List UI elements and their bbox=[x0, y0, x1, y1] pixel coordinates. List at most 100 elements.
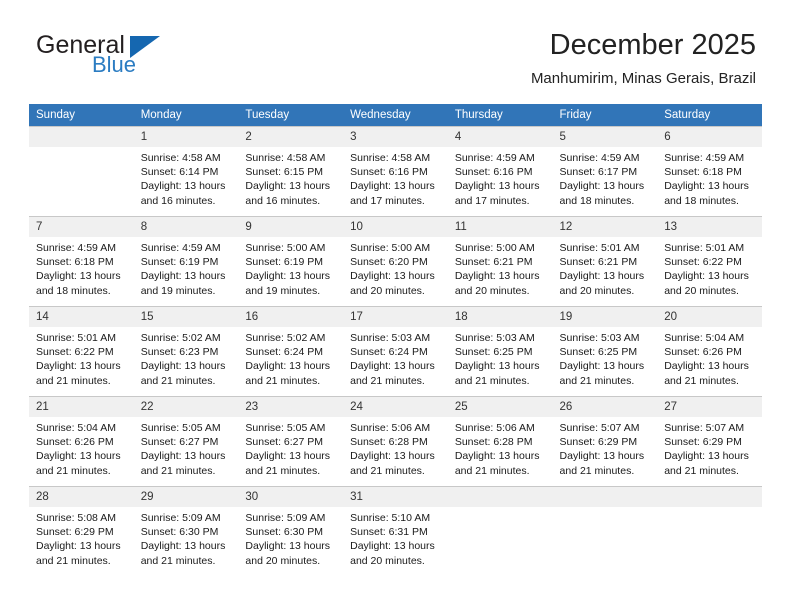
calendar-week-row: 7 Sunrise: 4:59 AM Sunset: 6:18 PM Daylight… bbox=[29, 216, 762, 307]
calendar-day-cell[interactable]: 22 Sunrise: 5:05 AM Sunset: 6:27 PM Dayligh… bbox=[133, 396, 239, 487]
sunset-time: Sunset: 6:30 PM bbox=[245, 526, 324, 539]
day-sun-info: Sunrise: 5:09 AM Sunset: 6:30 PM Daylight:… bbox=[238, 507, 343, 568]
day-sun-info: Sunrise: 5:02 AM Sunset: 6:24 PM Daylight:… bbox=[238, 327, 343, 388]
sunrise-time: Sunrise: 5:09 AM bbox=[245, 512, 326, 524]
day-number: 15 bbox=[133, 307, 239, 327]
calendar-day-cell[interactable]: 30 Sunrise: 5:09 AM Sunset: 6:30 PM Dayligh… bbox=[238, 486, 344, 576]
day-sun-info: Sunrise: 5:00 AM Sunset: 6:20 PM Daylight:… bbox=[343, 237, 448, 298]
calendar-day-cell[interactable]: 8 Sunrise: 4:59 AM Sunset: 6:19 PM Daylight… bbox=[133, 216, 239, 307]
sunset-time: Sunset: 6:16 PM bbox=[350, 166, 428, 179]
day-sun-info: Sunrise: 5:05 AM Sunset: 6:27 PM Daylight:… bbox=[134, 417, 239, 478]
calendar-day-cell[interactable]: 9 Sunrise: 5:00 AM Sunset: 6:19 PM Daylight… bbox=[238, 216, 344, 307]
calendar-day-cell[interactable]: 16 Sunrise: 5:02 AM Sunset: 6:24 PM Dayligh… bbox=[238, 306, 344, 397]
calendar-day-cell[interactable]: 4 Sunrise: 4:59 AM Sunset: 6:16 PM Daylight… bbox=[447, 126, 553, 217]
calendar-day-cell[interactable]: 12 Sunrise: 5:01 AM Sunset: 6:21 PM Dayligh… bbox=[552, 216, 658, 307]
daylight-duration-line2: and 20 minutes. bbox=[350, 284, 425, 297]
day-cell-inner: 15 Sunrise: 5:02 AM Sunset: 6:23 PM Dayligh… bbox=[133, 307, 239, 396]
day-sun-info: Sunrise: 4:59 AM Sunset: 6:19 PM Daylight:… bbox=[134, 237, 239, 298]
day-cell-inner: 21 Sunrise: 5:04 AM Sunset: 6:26 PM Dayligh… bbox=[29, 397, 134, 486]
day-cell-inner: 6 Sunrise: 4:59 AM Sunset: 6:18 PM Daylight… bbox=[657, 127, 762, 216]
calendar-day-cell[interactable]: 6 Sunrise: 4:59 AM Sunset: 6:18 PM Daylight… bbox=[657, 126, 762, 217]
calendar-day-cell[interactable]: 25 Sunrise: 5:06 AM Sunset: 6:28 PM Dayligh… bbox=[447, 396, 553, 487]
calendar-day-cell[interactable]: 21 Sunrise: 5:04 AM Sunset: 6:26 PM Dayligh… bbox=[29, 396, 134, 487]
calendar-page: General Blue December 2025 Manhumirim, M… bbox=[0, 0, 792, 612]
sunrise-time: Sunrise: 5:05 AM bbox=[140, 422, 221, 434]
sunset-time: Sunset: 6:20 PM bbox=[350, 256, 428, 269]
day-number: 24 bbox=[343, 397, 448, 417]
calendar-day-cell[interactable]: 17 Sunrise: 5:03 AM Sunset: 6:24 PM Dayligh… bbox=[343, 306, 448, 397]
calendar-day-cell[interactable]: 28 Sunrise: 5:08 AM Sunset: 6:29 PM Dayligh… bbox=[29, 486, 134, 576]
calendar-day-cell[interactable]: 19 Sunrise: 5:03 AM Sunset: 6:25 PM Dayligh… bbox=[552, 306, 658, 397]
day-number: 22 bbox=[133, 397, 239, 417]
daylight-duration-line2: and 21 minutes. bbox=[245, 374, 321, 387]
day-number: 8 bbox=[133, 217, 239, 237]
calendar-day-cell[interactable]: 20 Sunrise: 5:04 AM Sunset: 6:26 PM Dayligh… bbox=[657, 306, 762, 397]
calendar-day-cell[interactable]: 14 Sunrise: 5:01 AM Sunset: 6:22 PM Dayligh… bbox=[29, 306, 134, 397]
day-cell-inner: 3 Sunrise: 4:58 AM Sunset: 6:16 PM Daylight… bbox=[343, 127, 448, 216]
day-cell-inner: 23 Sunrise: 5:05 AM Sunset: 6:27 PM Dayligh… bbox=[238, 397, 344, 486]
day-sun-info: Sunrise: 5:01 AM Sunset: 6:22 PM Daylight:… bbox=[29, 327, 134, 388]
calendar-day-cell[interactable]: 10 Sunrise: 5:00 AM Sunset: 6:20 PM Dayligh… bbox=[343, 216, 448, 307]
title-block: December 2025 Manhumirim, Minas Gerais, … bbox=[531, 28, 756, 89]
daylight-duration-line2: and 21 minutes. bbox=[140, 464, 216, 477]
sunset-time: Sunset: 6:22 PM bbox=[36, 346, 114, 359]
sunrise-time: Sunrise: 5:03 AM bbox=[454, 332, 535, 344]
sunrise-time: Sunrise: 5:04 AM bbox=[36, 422, 116, 434]
calendar-day-cell[interactable]: 3 Sunrise: 4:58 AM Sunset: 6:16 PM Daylight… bbox=[343, 126, 448, 217]
day-sun-info: Sunrise: 5:09 AM Sunset: 6:30 PM Daylight:… bbox=[134, 507, 239, 568]
calendar-day-cell[interactable]: 7 Sunrise: 4:59 AM Sunset: 6:18 PM Daylight… bbox=[29, 216, 134, 307]
day-cell-inner: 13 Sunrise: 5:01 AM Sunset: 6:22 PM Dayligh… bbox=[657, 217, 762, 306]
calendar-day-cell[interactable]: 24 Sunrise: 5:06 AM Sunset: 6:28 PM Dayligh… bbox=[343, 396, 448, 487]
general-blue-logo[interactable]: General Blue bbox=[36, 32, 216, 80]
sunset-time: Sunset: 6:27 PM bbox=[245, 436, 324, 449]
daylight-duration-line2: and 21 minutes. bbox=[36, 464, 111, 477]
day-cell-inner: 28 Sunrise: 5:08 AM Sunset: 6:29 PM Dayligh… bbox=[29, 487, 134, 576]
weekday-header-monday: Monday bbox=[133, 104, 239, 127]
day-sun-info: Sunrise: 5:06 AM Sunset: 6:28 PM Daylight:… bbox=[343, 417, 448, 478]
weekday-header-row: Sunday Monday Tuesday Wednesday Thursday… bbox=[29, 104, 762, 127]
daylight-duration-line2: and 21 minutes. bbox=[350, 464, 425, 477]
calendar-day-cell[interactable]: 18 Sunrise: 5:03 AM Sunset: 6:25 PM Dayligh… bbox=[447, 306, 553, 397]
day-number: 20 bbox=[657, 307, 762, 327]
calendar-day-cell[interactable]: 31 Sunrise: 5:10 AM Sunset: 6:31 PM Dayligh… bbox=[343, 486, 448, 576]
calendar-day-cell[interactable]: 29 Sunrise: 5:09 AM Sunset: 6:30 PM Dayligh… bbox=[133, 486, 239, 576]
day-cell-inner bbox=[447, 487, 553, 576]
sunset-time: Sunset: 6:21 PM bbox=[454, 256, 533, 269]
calendar-day-cell[interactable]: 11 Sunrise: 5:00 AM Sunset: 6:21 PM Dayligh… bbox=[447, 216, 553, 307]
calendar-day-cell[interactable]: 13 Sunrise: 5:01 AM Sunset: 6:22 PM Dayligh… bbox=[657, 216, 762, 307]
calendar-day-cell[interactable]: 1 Sunrise: 4:58 AM Sunset: 6:14 PM Daylight… bbox=[133, 126, 239, 217]
calendar-day-cell[interactable]: 15 Sunrise: 5:02 AM Sunset: 6:23 PM Dayligh… bbox=[133, 306, 239, 397]
daylight-duration-line1: Daylight: 13 hours bbox=[350, 540, 435, 553]
day-cell-inner: 18 Sunrise: 5:03 AM Sunset: 6:25 PM Dayligh… bbox=[447, 307, 553, 396]
daylight-duration-line1: Daylight: 13 hours bbox=[454, 360, 540, 373]
day-cell-inner: 5 Sunrise: 4:59 AM Sunset: 6:17 PM Daylight… bbox=[552, 127, 658, 216]
calendar-day-cell[interactable]: 26 Sunrise: 5:07 AM Sunset: 6:29 PM Dayligh… bbox=[552, 396, 658, 487]
daylight-duration-line1: Daylight: 13 hours bbox=[559, 180, 645, 193]
sunset-time: Sunset: 6:18 PM bbox=[664, 166, 742, 179]
day-number bbox=[552, 487, 658, 507]
day-sun-info: Sunrise: 5:01 AM Sunset: 6:21 PM Daylight:… bbox=[553, 237, 658, 298]
day-sun-info: Sunrise: 4:59 AM Sunset: 6:16 PM Daylight:… bbox=[448, 147, 553, 208]
daylight-duration-line2: and 21 minutes. bbox=[36, 554, 111, 567]
sunrise-time: Sunrise: 5:07 AM bbox=[664, 422, 745, 434]
daylight-duration-line1: Daylight: 13 hours bbox=[350, 180, 435, 193]
calendar-day-cell[interactable]: 5 Sunrise: 4:59 AM Sunset: 6:17 PM Daylight… bbox=[552, 126, 658, 217]
daylight-duration-line2: and 21 minutes. bbox=[140, 554, 216, 567]
calendar-day-cell[interactable]: 2 Sunrise: 4:58 AM Sunset: 6:15 PM Daylight… bbox=[238, 126, 344, 217]
day-cell-inner: 7 Sunrise: 4:59 AM Sunset: 6:18 PM Daylight… bbox=[29, 217, 134, 306]
calendar-day-cell-empty bbox=[447, 486, 553, 576]
day-sun-info: Sunrise: 4:58 AM Sunset: 6:14 PM Daylight:… bbox=[134, 147, 239, 208]
day-sun-info: Sunrise: 5:00 AM Sunset: 6:19 PM Daylight:… bbox=[238, 237, 343, 298]
calendar-day-cell[interactable]: 23 Sunrise: 5:05 AM Sunset: 6:27 PM Dayligh… bbox=[238, 396, 344, 487]
page-header: General Blue December 2025 Manhumirim, M… bbox=[0, 0, 792, 98]
daylight-duration-line2: and 18 minutes. bbox=[36, 284, 111, 297]
day-number: 30 bbox=[238, 487, 344, 507]
calendar-day-cell[interactable]: 27 Sunrise: 5:07 AM Sunset: 6:29 PM Dayligh… bbox=[657, 396, 762, 487]
sunrise-time: Sunrise: 4:59 AM bbox=[559, 152, 640, 164]
sunrise-time: Sunrise: 5:00 AM bbox=[350, 242, 431, 254]
day-number bbox=[657, 487, 762, 507]
daylight-duration-line2: and 18 minutes. bbox=[559, 194, 635, 207]
day-cell-inner: 30 Sunrise: 5:09 AM Sunset: 6:30 PM Dayligh… bbox=[238, 487, 344, 576]
sunset-time: Sunset: 6:26 PM bbox=[664, 346, 742, 359]
logo-blue-text: Blue bbox=[92, 52, 137, 77]
